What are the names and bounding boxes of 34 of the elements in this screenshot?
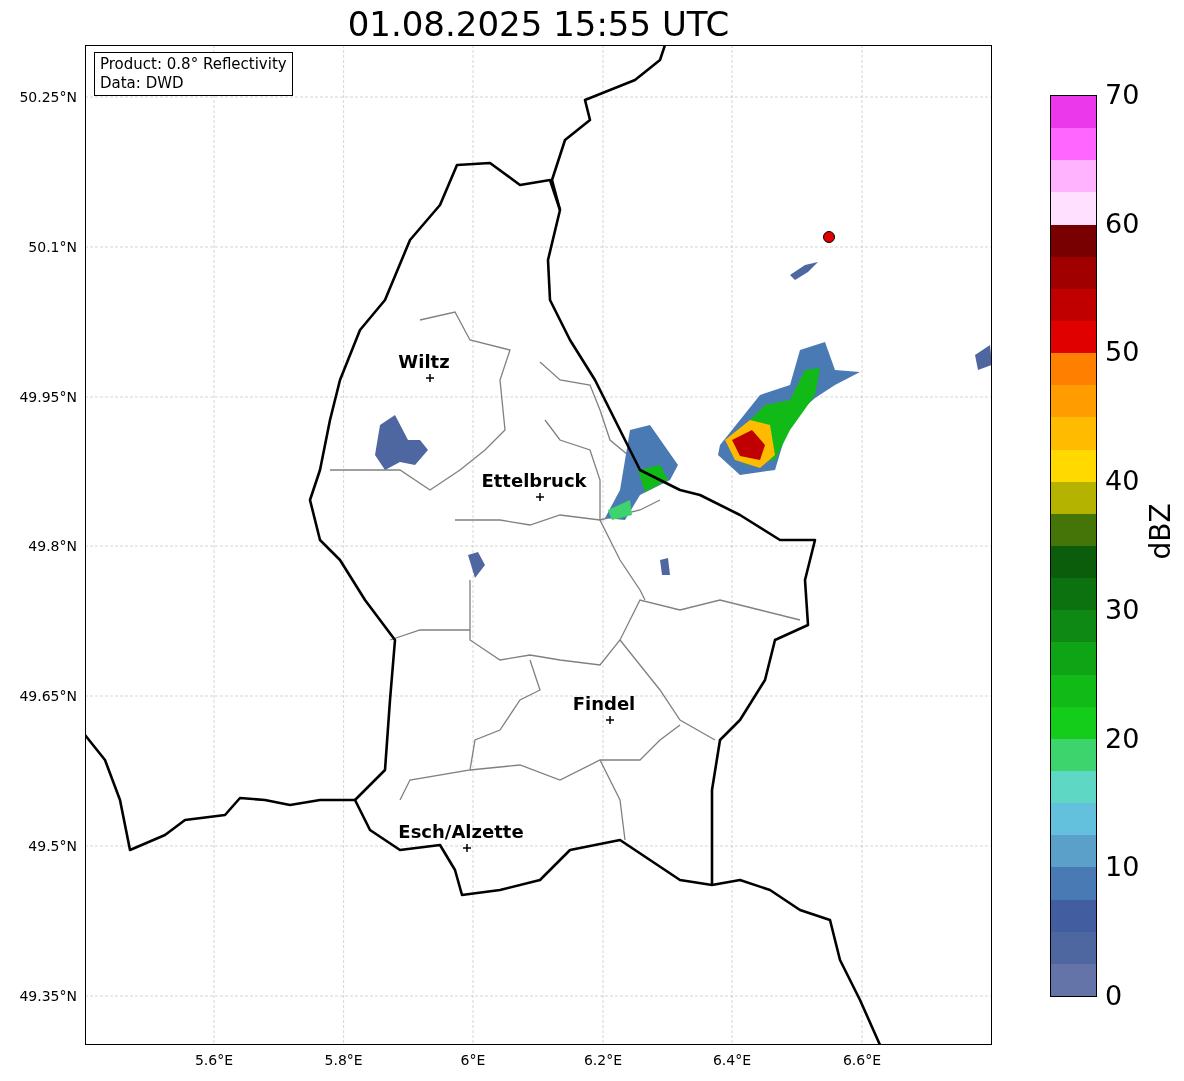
latitude-label: 50.25°N bbox=[19, 88, 77, 106]
latitude-label: 50.1°N bbox=[28, 238, 77, 256]
city-label: Esch/Alzette bbox=[398, 821, 524, 842]
city-marker bbox=[425, 373, 435, 383]
colorbar-tick-label: 50 bbox=[1105, 337, 1140, 368]
colorbar-tick-label: 40 bbox=[1105, 466, 1140, 497]
info-text: Product: 0.8° Reflectivity bbox=[100, 55, 287, 74]
chart-title: 01.08.2025 15:55 UTC bbox=[346, 4, 731, 44]
city-marker bbox=[535, 492, 545, 502]
colorbar-label: dBZ bbox=[1143, 502, 1177, 562]
latitude-label: 49.35°N bbox=[19, 987, 77, 1005]
longitude-label: 6°E bbox=[460, 1052, 486, 1068]
colorbar-tick-label: 20 bbox=[1105, 723, 1140, 754]
longitude-label: 5.8°E bbox=[324, 1052, 363, 1068]
longitude-label: 6.4°E bbox=[712, 1052, 752, 1068]
longitude-label: 6.2°E bbox=[583, 1052, 623, 1068]
city-label: Ettelbruck bbox=[481, 470, 587, 491]
latitude-label: 49.5°N bbox=[28, 837, 77, 855]
colorbar-tick-label: 60 bbox=[1105, 208, 1140, 239]
colorbar-tick-label: 30 bbox=[1105, 594, 1140, 625]
colorbar-tick-label: 0 bbox=[1105, 980, 1123, 1011]
city-label: Findel bbox=[572, 693, 636, 714]
latitude-label: 49.95°N bbox=[19, 388, 77, 406]
city-marker bbox=[605, 715, 615, 725]
colorbar-tick-label: 10 bbox=[1105, 852, 1140, 883]
latitude-label: 49.65°N bbox=[19, 687, 77, 705]
colorbar-tick-label: 70 bbox=[1105, 80, 1140, 110]
longitude-label: 6.6°E bbox=[842, 1052, 882, 1068]
city-marker bbox=[462, 843, 472, 853]
longitude-label: 5.6°E bbox=[194, 1052, 234, 1068]
latitude-label: 49.8°N bbox=[28, 537, 77, 555]
radar-site-marker bbox=[823, 231, 835, 243]
city-label: Wiltz bbox=[398, 351, 450, 372]
info-text: Data: DWD bbox=[100, 74, 185, 93]
